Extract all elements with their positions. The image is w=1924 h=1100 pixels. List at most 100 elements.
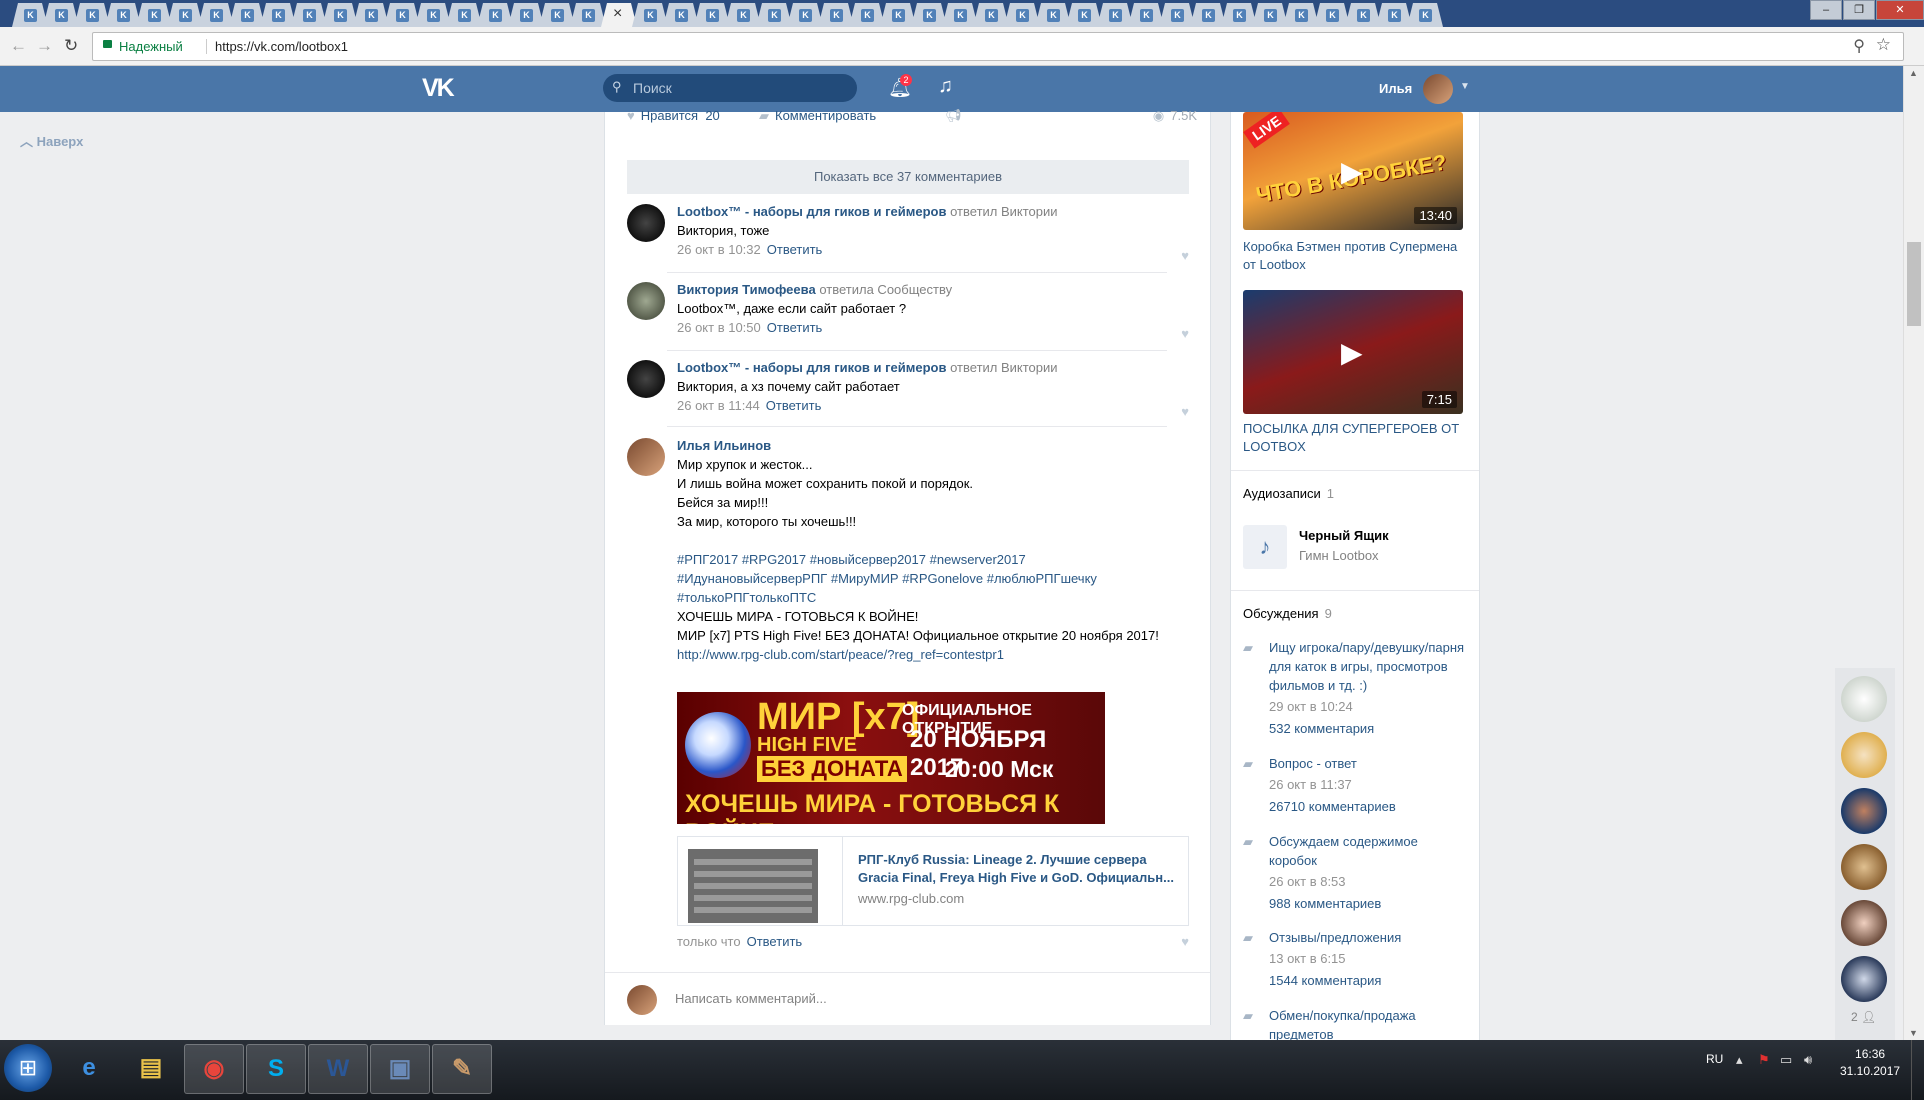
scroll-down-arrow-icon[interactable]: ▼	[1909, 1028, 1918, 1038]
browser-tab[interactable]: K	[1221, 3, 1257, 27]
browser-tab[interactable]: K	[1345, 3, 1381, 27]
commenter-avatar[interactable]	[627, 282, 665, 320]
browser-tab[interactable]: K	[1066, 3, 1102, 27]
comment-date[interactable]: 26 окт в 10:50	[677, 320, 761, 335]
comment-date[interactable]: только что	[677, 934, 741, 949]
browser-tab[interactable]: K	[1159, 3, 1195, 27]
browser-tab[interactable]: K	[1252, 3, 1288, 27]
volume-icon[interactable]: 🔊︎	[1804, 1052, 1812, 1068]
skype-icon[interactable]: S	[246, 1044, 306, 1094]
chat-contact-avatar[interactable]	[1841, 900, 1887, 946]
browser-tab[interactable]: K	[539, 3, 575, 27]
link-preview-title[interactable]: РПГ-Клуб Russia: Lineage 2. Лучшие серве…	[858, 851, 1178, 887]
comment-reply-to[interactable]: ответил Виктории	[950, 204, 1057, 219]
browser-tab[interactable]: K	[291, 3, 327, 27]
reload-icon[interactable]: ↻	[64, 36, 78, 56]
browser-tab[interactable]: K	[167, 3, 203, 27]
browser-tab[interactable]: K	[322, 3, 358, 27]
reply-button[interactable]: Ответить	[747, 934, 803, 949]
browser-tab[interactable]: K	[1407, 3, 1443, 27]
bookmark-star-icon[interactable]: ☆	[1876, 35, 1891, 55]
browser-tab[interactable]: K	[570, 3, 606, 27]
chat-contact-avatar[interactable]	[1841, 732, 1887, 778]
browser-tab[interactable]: K	[198, 3, 234, 27]
share-icon[interactable]: 📢︎	[945, 108, 962, 124]
browser-tab[interactable]: K	[911, 3, 947, 27]
comment-author[interactable]: Lootbox™ - наборы для гиков и геймеров	[677, 204, 946, 219]
hashtags[interactable]: #толькоРПГтолькоПТС	[677, 588, 1187, 607]
reply-button[interactable]: Ответить	[767, 320, 823, 335]
browser-tab[interactable]: K	[12, 3, 48, 27]
search-input[interactable]	[631, 79, 845, 97]
minimize-button[interactable]: –	[1810, 0, 1842, 20]
network-icon[interactable]: ▭	[1780, 1052, 1792, 1068]
close-tab-icon[interactable]: ×	[613, 5, 622, 23]
browser-tab[interactable]: K	[1035, 3, 1071, 27]
audio-section-header[interactable]: Аудиозаписи 1	[1243, 486, 1334, 501]
close-window-button[interactable]: ✕	[1876, 0, 1924, 20]
word-icon[interactable]: W	[308, 1044, 368, 1094]
write-comment-box[interactable]: Написать комментарий...	[605, 972, 1210, 1026]
chat-contact-avatar[interactable]	[1841, 956, 1887, 1002]
address-bar[interactable]: Надежный https://vk.com/lootbox1 ⚲ ☆	[92, 32, 1904, 61]
comment-reply-to[interactable]: ответил Виктории	[950, 360, 1057, 375]
action-center-flag-icon[interactable]: ⚑	[1758, 1052, 1770, 1068]
like-heart-icon[interactable]: ♥	[1181, 326, 1189, 341]
commenter-avatar[interactable]	[627, 438, 665, 476]
maximize-button[interactable]: ❐	[1843, 0, 1875, 20]
reply-button[interactable]: Ответить	[767, 242, 823, 257]
comment-date[interactable]: 26 окт в 11:44	[677, 398, 760, 413]
video-thumbnail[interactable]: ▶ 7:15	[1243, 290, 1463, 414]
online-count[interactable]: 2 👤︎	[1851, 1010, 1876, 1024]
browser-tab[interactable]: K	[942, 3, 978, 27]
browser-tab[interactable]: K	[973, 3, 1009, 27]
browser-tab[interactable]: K	[74, 3, 110, 27]
scrollbar-thumb[interactable]	[1907, 242, 1921, 326]
music-icon[interactable]: ♫	[938, 75, 953, 98]
browser-tab[interactable]: K	[1128, 3, 1164, 27]
browser-tab[interactable]: K	[787, 3, 823, 27]
browser-tab[interactable]: K	[353, 3, 389, 27]
browser-tab[interactable]: K	[694, 3, 730, 27]
hashtags[interactable]: #РПГ2017 #RPG2017 #новыйсервер2017 #news…	[677, 550, 1187, 569]
zoom-icon[interactable]: ⚲	[1853, 36, 1865, 56]
url-text[interactable]: https://vk.com/lootbox1	[206, 39, 348, 54]
chrome-icon[interactable]: ◉	[184, 1044, 244, 1094]
like-heart-icon[interactable]: ♥	[1181, 404, 1189, 419]
browser-tab-active[interactable]: ×	[601, 3, 637, 27]
browser-tab[interactable]: K	[260, 3, 296, 27]
vk-logo[interactable]: VK	[422, 74, 455, 103]
discussion-comments[interactable]: 1544 комментария	[1269, 971, 1468, 990]
browser-tab[interactable]: K	[849, 3, 885, 27]
page-scrollbar[interactable]: ▲ ▼	[1903, 66, 1924, 1040]
play-icon[interactable]: ▶	[1341, 336, 1363, 369]
user-name[interactable]: Илья	[1379, 81, 1412, 96]
language-indicator[interactable]: RU	[1706, 1052, 1723, 1066]
discussions-section-header[interactable]: Обсуждения 9	[1243, 606, 1332, 621]
show-all-comments-button[interactable]: Показать все 37 комментариев	[627, 160, 1189, 194]
browser-tab[interactable]: K	[663, 3, 699, 27]
like-heart-icon[interactable]: ♥	[1181, 248, 1189, 263]
internet-explorer-icon[interactable]: e	[60, 1044, 118, 1092]
remote-desktop-icon[interactable]: ▣	[370, 1044, 430, 1094]
scroll-up-arrow-icon[interactable]: ▲	[1909, 68, 1918, 78]
browser-tab[interactable]: K	[1283, 3, 1319, 27]
back-icon[interactable]: ←	[10, 36, 27, 56]
comment-button[interactable]: ▰ Комментировать	[759, 108, 876, 124]
like-button[interactable]: ♥ Нравится 20	[627, 108, 720, 123]
discussion-comments[interactable]: 988 комментариев	[1269, 894, 1468, 913]
chat-contact-avatar[interactable]	[1841, 844, 1887, 890]
scroll-to-top-link[interactable]: ︿ Наверх	[20, 131, 83, 150]
music-note-icon[interactable]: ♪	[1243, 525, 1287, 569]
comment-author[interactable]: Lootbox™ - наборы для гиков и геймеров	[677, 360, 946, 375]
play-icon[interactable]: ▶	[1341, 155, 1363, 188]
tray-arrow-icon[interactable]: ▴	[1736, 1052, 1743, 1068]
comment-author[interactable]: Виктория Тимофеева	[677, 282, 816, 297]
browser-tab[interactable]: K	[105, 3, 141, 27]
browser-tab[interactable]: K	[725, 3, 761, 27]
comment-reply-to[interactable]: ответила Сообществу	[819, 282, 952, 297]
discussion-comments[interactable]: 26710 комментариев	[1269, 797, 1468, 816]
discussion-title[interactable]: Ищу игрока/пару/девушку/парня для каток …	[1269, 638, 1468, 695]
search-box[interactable]: ⚲	[603, 74, 857, 102]
chat-contact-avatar[interactable]	[1841, 676, 1887, 722]
